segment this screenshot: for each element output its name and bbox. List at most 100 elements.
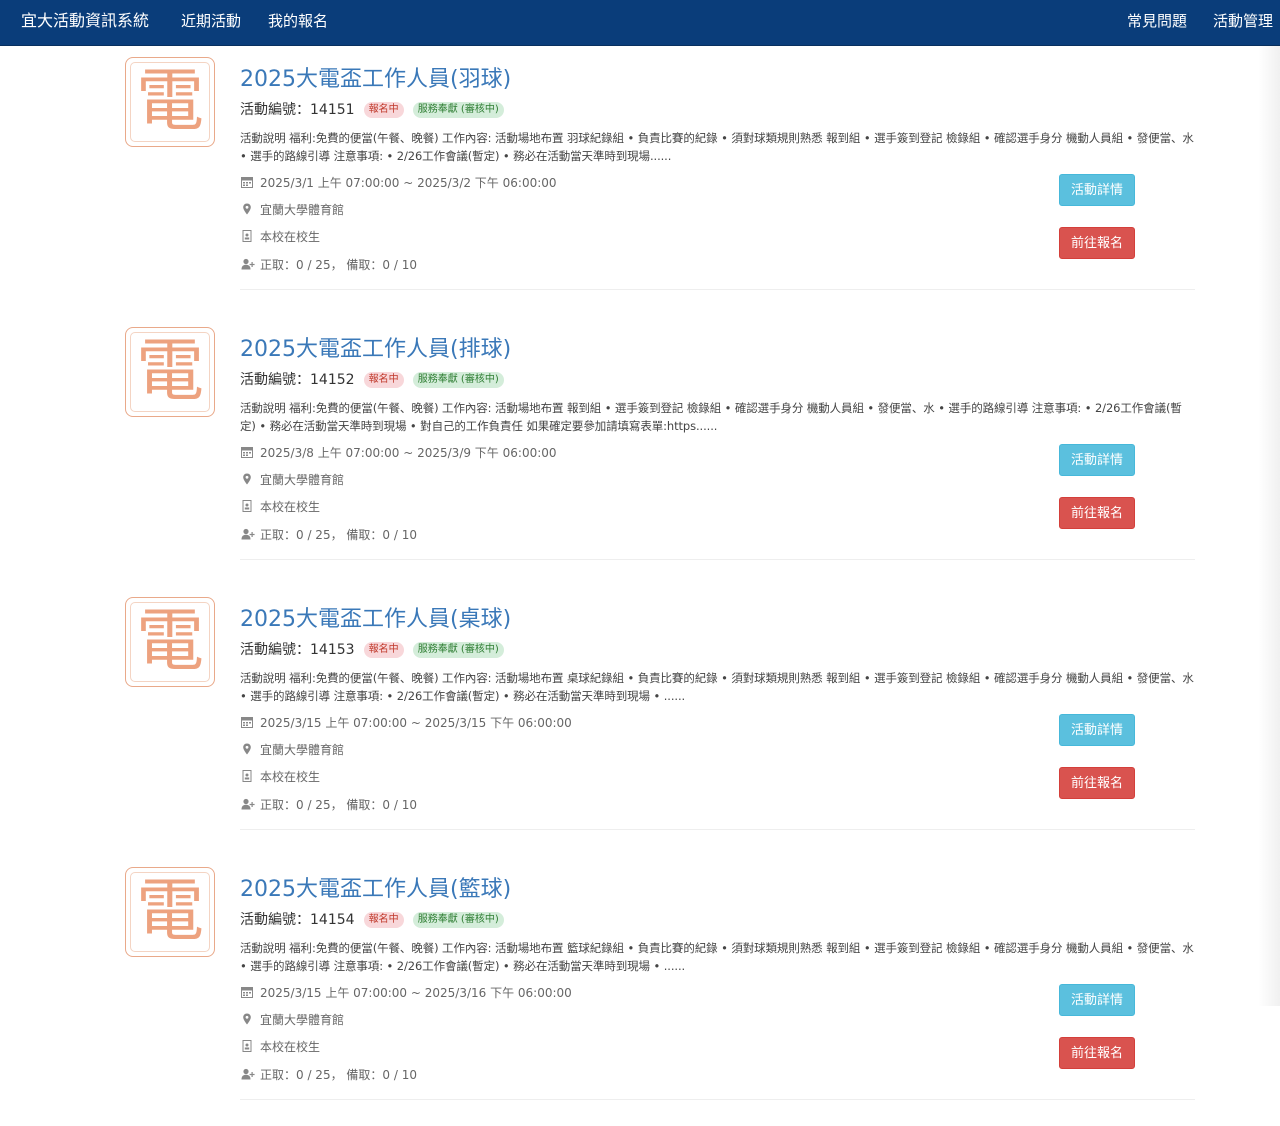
activity-thumbnail[interactable]: 電	[125, 327, 215, 417]
activity-location: 宜蘭大學體育館	[260, 203, 345, 217]
activity-card: 電 2025大電盃工作人員(排球) 活動編號：14152 報名中 服務奉獻 (審…	[0, 315, 1280, 586]
activity-id-row: 活動編號：14154 報名中 服務奉獻 (審核中)	[240, 909, 504, 929]
map-marker-icon	[241, 203, 255, 215]
activity-id-value: 14152	[310, 372, 355, 388]
category-badge: 服務奉獻 (審核中)	[412, 102, 504, 118]
go-register-button[interactable]: 前往報名	[1059, 1037, 1135, 1069]
nav-my-registrations[interactable]: 我的報名	[268, 0, 328, 45]
calendar-icon	[241, 716, 255, 728]
activity-audience-row: 本校在校生	[241, 769, 320, 785]
nav-faq[interactable]: 常見問題	[1127, 0, 1187, 45]
go-register-button[interactable]: 前往報名	[1059, 227, 1135, 259]
activity-quota-row: 正取：0 / 25， 備取：0 / 10	[241, 257, 417, 273]
activity-card: 電 2025大電盃工作人員(籃球) 活動編號：14154 報名中 服務奉獻 (審…	[0, 855, 1280, 1126]
activity-quota-row: 正取：0 / 25， 備取：0 / 10	[241, 527, 417, 543]
card-divider	[240, 829, 1195, 830]
category-badge: 服務奉獻 (審核中)	[412, 912, 504, 928]
activity-thumbnail[interactable]: 電	[125, 57, 215, 147]
activity-date-row: 2025/3/8 上午 07:00:00 ~ 2025/3/9 下午 06:00…	[241, 445, 557, 461]
activity-date: 2025/3/15 上午 07:00:00 ~ 2025/3/16 下午 06:…	[260, 986, 572, 1000]
calendar-icon	[241, 446, 255, 458]
activity-description: 活動說明 福利:免費的便當(午餐、晚餐) 工作內容: 活動場地布置 羽球紀錄組 …	[240, 131, 1194, 163]
user-add-icon	[241, 258, 255, 270]
activity-title[interactable]: 2025大電盃工作人員(排球)	[240, 331, 511, 363]
activity-title[interactable]: 2025大電盃工作人員(桌球)	[240, 601, 511, 633]
activity-title[interactable]: 2025大電盃工作人員(籃球)	[240, 871, 511, 903]
calendar-icon	[241, 986, 255, 998]
activity-id-label: 活動編號：	[240, 912, 310, 928]
calendar-icon	[241, 176, 255, 188]
status-badge: 報名中	[363, 912, 404, 928]
activity-quota: 正取：0 / 25， 備取：0 / 10	[260, 258, 417, 272]
nav-activity-admin[interactable]: 活動管理	[1213, 0, 1273, 45]
activity-date: 2025/3/1 上午 07:00:00 ~ 2025/3/2 下午 06:00…	[260, 176, 557, 190]
activity-id-label: 活動編號：	[240, 642, 310, 658]
activity-location-row: 宜蘭大學體育館	[241, 472, 344, 488]
activity-card: 電 2025大電盃工作人員(羽球) 活動編號：14151 報名中 服務奉獻 (審…	[0, 45, 1280, 316]
activity-id-value: 14151	[310, 102, 355, 118]
activity-audience: 本校在校生	[260, 500, 321, 514]
activity-quota: 正取：0 / 25， 備取：0 / 10	[260, 798, 417, 812]
thumbnail-logo-char: 電	[135, 872, 204, 951]
activity-audience: 本校在校生	[260, 1040, 321, 1054]
activity-audience: 本校在校生	[260, 770, 321, 784]
id-badge-icon	[241, 770, 255, 782]
card-divider	[240, 289, 1195, 290]
id-badge-icon	[241, 500, 255, 512]
activity-date-row: 2025/3/15 上午 07:00:00 ~ 2025/3/16 下午 06:…	[241, 985, 572, 1001]
map-marker-icon	[241, 473, 255, 485]
activity-details-button[interactable]: 活動詳情	[1059, 714, 1135, 746]
id-badge-icon	[241, 230, 255, 242]
activity-date-row: 2025/3/15 上午 07:00:00 ~ 2025/3/15 下午 06:…	[241, 715, 572, 731]
activity-list: 電 2025大電盃工作人員(羽球) 活動編號：14151 報名中 服務奉獻 (審…	[0, 45, 1280, 1100]
brand-link[interactable]: 宜大活動資訊系統	[21, 0, 149, 45]
activity-id-label: 活動編號：	[240, 102, 310, 118]
activity-id-row: 活動編號：14151 報名中 服務奉獻 (審核中)	[240, 99, 504, 119]
status-badge: 報名中	[363, 102, 404, 118]
nav-recent-activities[interactable]: 近期活動	[181, 0, 241, 45]
thumbnail-logo-char: 電	[135, 602, 204, 681]
top-navbar: 宜大活動資訊系統 近期活動 我的報名 常見問題 活動管理	[0, 0, 1280, 46]
id-badge-icon	[241, 1040, 255, 1052]
activity-details-button[interactable]: 活動詳情	[1059, 174, 1135, 206]
activity-audience-row: 本校在校生	[241, 229, 320, 245]
activity-thumbnail[interactable]: 電	[125, 597, 215, 687]
activity-location: 宜蘭大學體育館	[260, 473, 345, 487]
user-add-icon	[241, 1068, 255, 1080]
activity-location: 宜蘭大學體育館	[260, 743, 345, 757]
activity-description: 活動說明 福利:免費的便當(午餐、晚餐) 工作內容: 活動場地布置 籃球紀錄組 …	[240, 941, 1194, 973]
go-register-button[interactable]: 前往報名	[1059, 767, 1135, 799]
activity-date: 2025/3/15 上午 07:00:00 ~ 2025/3/15 下午 06:…	[260, 716, 572, 730]
activity-description: 活動說明 福利:免費的便當(午餐、晚餐) 工作內容: 活動場地布置 桌球紀錄組 …	[240, 671, 1194, 703]
activity-card: 電 2025大電盃工作人員(桌球) 活動編號：14153 報名中 服務奉獻 (審…	[0, 585, 1280, 856]
status-badge: 報名中	[363, 372, 404, 388]
user-add-icon	[241, 798, 255, 810]
activity-id-row: 活動編號：14152 報名中 服務奉獻 (審核中)	[240, 369, 504, 389]
map-marker-icon	[241, 743, 255, 755]
activity-date: 2025/3/8 上午 07:00:00 ~ 2025/3/9 下午 06:00…	[260, 446, 557, 460]
activity-audience-row: 本校在校生	[241, 1039, 320, 1055]
activity-quota: 正取：0 / 25， 備取：0 / 10	[260, 528, 417, 542]
activity-details-button[interactable]: 活動詳情	[1059, 984, 1135, 1016]
activity-id-value: 14154	[310, 912, 355, 928]
card-divider	[240, 1099, 1195, 1100]
activity-id-value: 14153	[310, 642, 355, 658]
scroll-edge-shadow	[1258, 45, 1280, 1006]
activity-location-row: 宜蘭大學體育館	[241, 1012, 344, 1028]
activity-thumbnail[interactable]: 電	[125, 867, 215, 957]
activity-id-row: 活動編號：14153 報名中 服務奉獻 (審核中)	[240, 639, 504, 659]
activity-quota: 正取：0 / 25， 備取：0 / 10	[260, 1068, 417, 1082]
activity-location: 宜蘭大學體育館	[260, 1013, 345, 1027]
activity-description: 活動說明 福利:免費的便當(午餐、晚餐) 工作內容: 活動場地布置 報到組 • …	[240, 401, 1182, 433]
activity-title[interactable]: 2025大電盃工作人員(羽球)	[240, 61, 511, 93]
activity-id-label: 活動編號：	[240, 372, 310, 388]
activity-location-row: 宜蘭大學體育館	[241, 202, 344, 218]
map-marker-icon	[241, 1013, 255, 1025]
activity-date-row: 2025/3/1 上午 07:00:00 ~ 2025/3/2 下午 06:00…	[241, 175, 557, 191]
activity-quota-row: 正取：0 / 25， 備取：0 / 10	[241, 797, 417, 813]
thumbnail-logo-char: 電	[135, 332, 204, 411]
go-register-button[interactable]: 前往報名	[1059, 497, 1135, 529]
activity-details-button[interactable]: 活動詳情	[1059, 444, 1135, 476]
user-add-icon	[241, 528, 255, 540]
activity-quota-row: 正取：0 / 25， 備取：0 / 10	[241, 1067, 417, 1083]
